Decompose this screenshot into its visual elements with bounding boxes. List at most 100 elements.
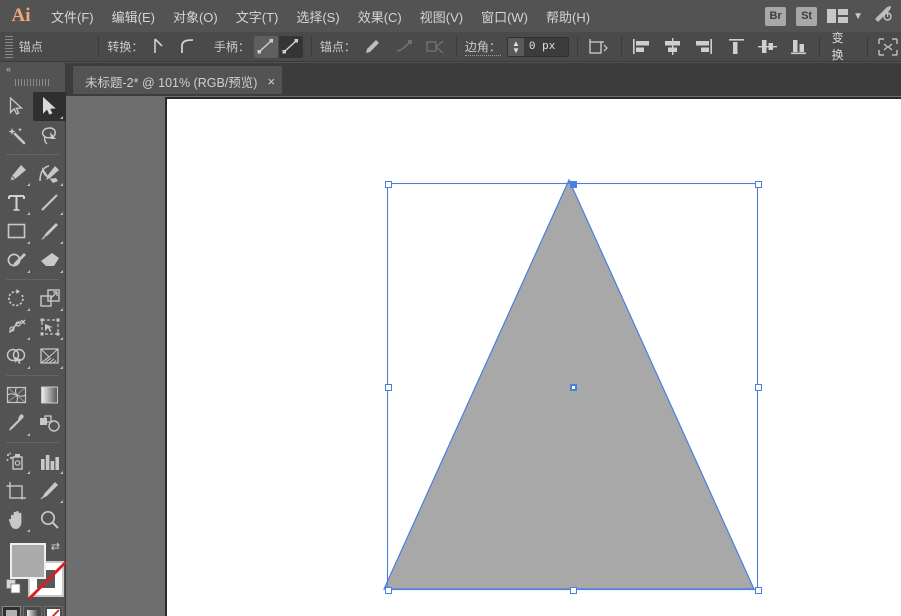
align-horizontal-center-icon[interactable] [661,36,685,58]
tool-submenu-indicator [60,241,63,244]
handle-top-center[interactable] [570,181,577,188]
tool-column-graph[interactable] [33,447,66,476]
tool-scale[interactable] [33,284,66,313]
tool-submenu-indicator [27,433,30,436]
tool-gradient[interactable] [33,380,66,409]
align-left-icon[interactable] [630,36,654,58]
swap-fill-stroke-icon[interactable]: ⇄ [51,540,60,553]
drag-grip-icon[interactable] [15,79,51,86]
connect-anchor-icon[interactable] [392,36,416,58]
menu-file[interactable]: 文件(F) [42,0,103,32]
menu-bar: Ai 文件(F) 编辑(E) 对象(O) 文字(T) 选择(S) 效果(C) 视… [0,0,901,32]
tool-shape-builder[interactable] [0,342,33,371]
tool-paintbrush[interactable] [33,217,66,246]
tool-rectangle[interactable] [0,217,33,246]
tool-eyedropper[interactable] [0,409,33,438]
arrange-documents-button[interactable]: ▼ [827,9,863,23]
tool-perspective-grid[interactable] [33,342,66,371]
paint-mode-color[interactable] [2,606,21,616]
isolate-selected-object-icon[interactable] [586,36,613,58]
corner-radius-stepper[interactable]: ▲▼ 0 px [507,37,569,57]
tool-group-transform [0,284,65,371]
tool-line-segment[interactable] [33,188,66,217]
handle-top-right[interactable] [755,181,762,188]
default-fill-stroke-icon[interactable] [6,579,21,599]
align-bottom-icon[interactable] [787,36,811,58]
handle-bottom-right[interactable] [755,587,762,594]
menu-type[interactable]: 文字(T) [227,0,288,32]
fill-swatch[interactable] [10,543,46,579]
menu-help[interactable]: 帮助(H) [537,0,599,32]
transform-panel-button[interactable]: 变换 [828,27,859,66]
cut-path-icon[interactable] [424,36,448,58]
tool-submenu-indicator [27,529,30,532]
tool-width[interactable] [0,313,33,342]
tool-blend[interactable] [33,409,66,438]
anchors-label: 锚点： [320,38,356,55]
canvas-area[interactable] [66,96,901,616]
show-handles-icon[interactable] [254,36,278,58]
tool-free-transform[interactable] [33,313,66,342]
menu-object[interactable]: 对象(O) [164,0,227,32]
hide-handles-icon[interactable] [279,36,303,58]
handle-bottom-left[interactable] [385,587,392,594]
stock-button[interactable]: St [796,7,817,26]
tool-lasso[interactable] [33,121,66,150]
tool-curvature[interactable] [33,159,66,188]
handle-top-left[interactable] [385,181,392,188]
close-icon[interactable]: × [267,75,275,88]
tool-pen[interactable] [0,159,33,188]
tool-artboard[interactable] [0,476,33,505]
tool-submenu-indicator [60,366,63,369]
tool-zoom[interactable] [33,505,66,534]
control-bar-divider-2 [311,37,312,57]
paint-mode-gradient[interactable] [23,606,42,616]
tool-type[interactable] [0,188,33,217]
handle-middle-right[interactable] [755,384,762,391]
tool-submenu-indicator [60,471,63,474]
tool-eraser[interactable] [33,246,66,275]
align-vertical-center-icon[interactable] [756,36,780,58]
selection-overlay [66,96,901,616]
fill-stroke-controls: ⇄ [0,539,66,603]
tools-panel: « [0,62,66,616]
convert-to-smooth-icon[interactable] [176,36,200,58]
tool-slice[interactable] [33,476,66,505]
tool-selection[interactable] [0,92,33,121]
paint-mode-none[interactable] [44,606,63,616]
menu-view[interactable]: 视图(V) [411,0,472,32]
control-bar-grip[interactable] [5,36,13,58]
tool-magic-wand[interactable] [0,121,33,150]
menu-edit[interactable]: 编辑(E) [103,0,164,32]
corner-label[interactable]: 边角： [465,38,501,56]
tool-divider-3 [6,375,59,376]
remove-anchor-icon[interactable] [360,36,384,58]
bridge-button[interactable]: Br [765,7,786,26]
handle-bottom-center[interactable] [570,587,577,594]
corner-radius-value[interactable]: 0 px [524,38,568,56]
collapse-panel-icon[interactable]: « [0,62,65,76]
align-top-icon[interactable] [725,36,749,58]
document-tab[interactable]: 未标题-2* @ 101% (RGB/预览) × [73,66,282,94]
tool-shaper[interactable] [0,246,33,275]
tool-direct-selection[interactable] [33,92,66,121]
convert-to-corner-icon[interactable] [147,36,171,58]
edit-contents-icon[interactable] [876,36,901,58]
handle-middle-left[interactable] [385,384,392,391]
convert-label: 转换： [107,38,143,55]
menu-effect[interactable]: 效果(C) [349,0,411,32]
control-bar-divider-3 [456,37,457,57]
tool-mesh[interactable] [0,380,33,409]
stepper-arrows-icon[interactable]: ▲▼ [508,38,524,56]
tool-rotate[interactable] [0,284,33,313]
tool-symbol-sprayer[interactable] [0,447,33,476]
control-bar: 锚点 转换： 手柄： 锚点： [0,32,901,62]
app-logo: Ai [0,0,42,32]
selection-center-point[interactable] [570,384,577,391]
tool-submenu-indicator [27,366,30,369]
align-right-icon[interactable] [692,36,716,58]
tool-hand[interactable] [0,505,33,534]
menu-select[interactable]: 选择(S) [287,0,348,32]
menu-window[interactable]: 窗口(W) [472,0,537,32]
rocket-icon[interactable] [873,5,893,28]
